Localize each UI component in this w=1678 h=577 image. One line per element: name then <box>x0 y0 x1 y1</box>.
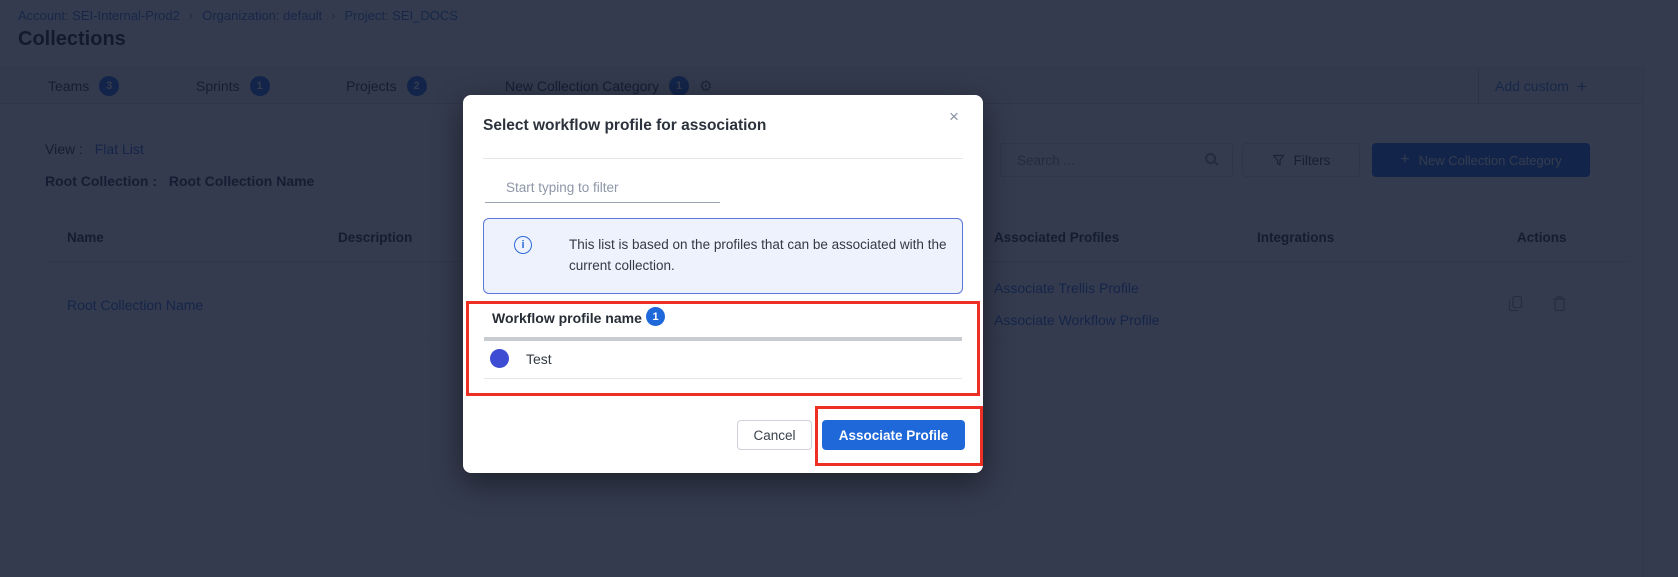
app-window: Account: SEI-Internal-Prod2 › Organizati… <box>0 0 1678 577</box>
profile-list-header: Workflow profile name <box>492 310 642 326</box>
annotation-box-associate-button <box>815 406 983 466</box>
filter-input[interactable] <box>485 175 720 202</box>
profile-option-test[interactable]: Test <box>526 351 552 367</box>
radio-selected-icon[interactable] <box>490 349 509 368</box>
info-icon: i <box>514 236 532 254</box>
select-workflow-profile-modal: Select workflow profile for association … <box>463 95 983 473</box>
info-text: This list is based on the profiles that … <box>569 234 973 276</box>
cancel-button[interactable]: Cancel <box>737 420 812 450</box>
filter-field[interactable] <box>485 175 720 203</box>
close-icon[interactable]: × <box>949 108 959 125</box>
modal-title-divider <box>483 158 963 159</box>
profile-count-badge: 1 <box>646 307 665 326</box>
profile-list-divider <box>484 337 962 341</box>
profile-option-divider <box>484 378 962 379</box>
modal-title: Select workflow profile for association <box>483 117 766 135</box>
info-callout: i This list is based on the profiles tha… <box>483 218 963 294</box>
